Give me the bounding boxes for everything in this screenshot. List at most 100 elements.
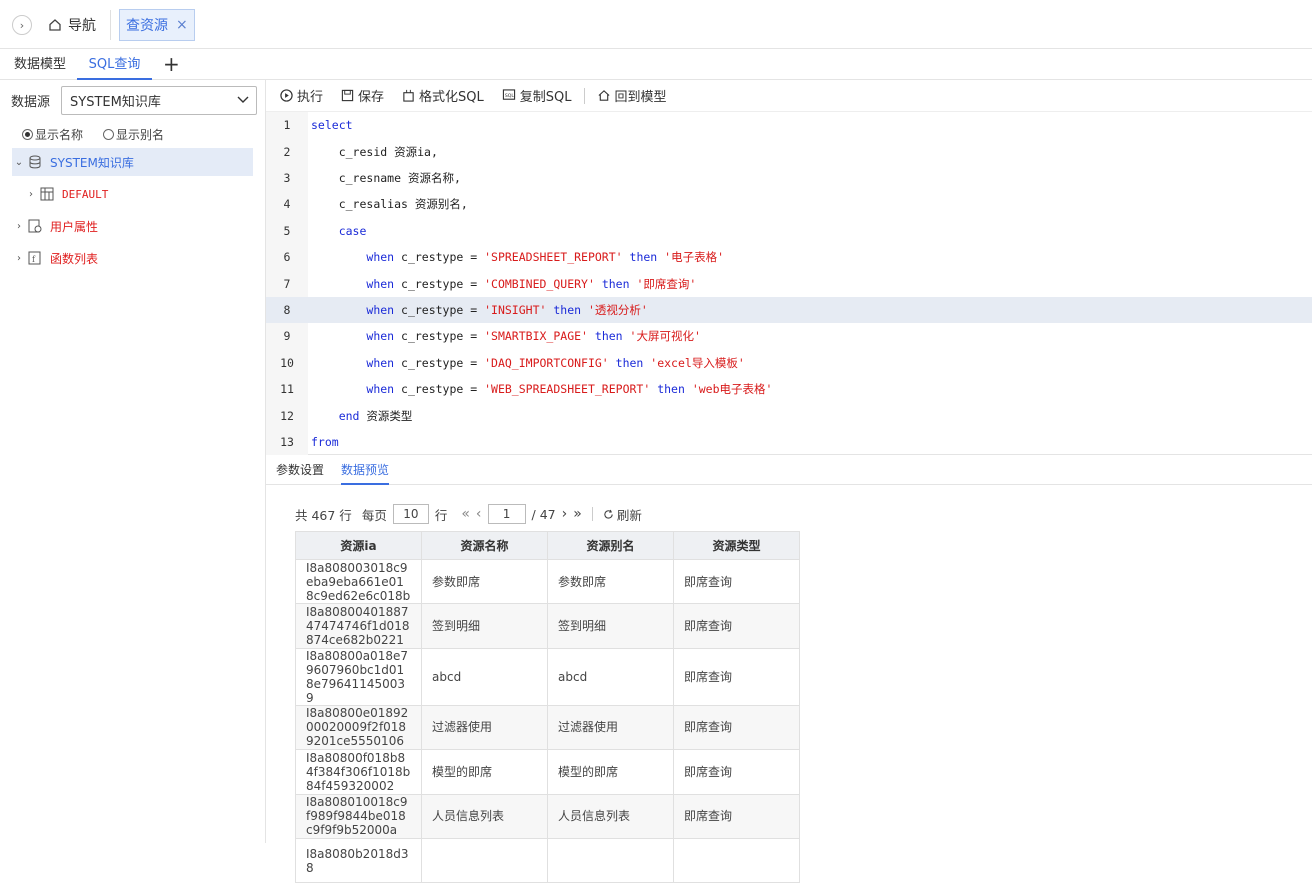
table-row[interactable]: I8a808010018c9f989f9844be018c9f9f9b52000… [295,793,800,839]
refresh-button[interactable]: 刷新 [603,505,642,524]
tree-item-system-kb[interactable]: ⌄ SYSTEM知识库 [12,148,253,176]
chevron-right-icon[interactable]: › [12,221,26,232]
tab-label: 查资源 [126,18,168,34]
code-line[interactable]: 3 c_resname 资源名称, [266,165,1312,192]
user-attribute-icon [26,219,44,233]
return-home-icon [598,90,609,101]
table-cell: abcd [421,647,548,706]
expand-sidebar-button[interactable]: › [12,15,32,35]
code-token: '大屏可视化' [629,329,701,344]
radio-show-alias[interactable]: 显示别名 [103,126,164,143]
result-table: 资源ia 资源名称 资源别名 资源类型 I8a808003018c9eba9eb… [295,531,800,883]
tree-item-user-attributes[interactable]: › 用户属性 [12,212,253,240]
back-to-model-button[interactable]: 回到模型 [597,86,667,105]
code-line[interactable]: 7 when c_restype = 'COMBINED_QUERY' then… [266,270,1312,297]
column-header[interactable]: 资源类型 [673,531,800,560]
tab-sql-query[interactable]: SQL查询 [77,49,152,80]
code-text: end 资源类型 [308,408,413,424]
page-number-input[interactable]: 1 [487,504,526,524]
column-header[interactable]: 资源别名 [547,531,674,560]
format-sql-button[interactable]: 格式化SQL [402,86,484,105]
table-row[interactable]: I8a80800e0189200020009f2f0189201ce555010… [295,704,800,751]
line-number: 2 [283,144,291,159]
line-number: 11 [280,382,294,397]
tab-query-resources[interactable]: 查资源 × [119,9,195,41]
code-token: 'SPREADSHEET_REPORT' [484,250,623,265]
code-token: c_restype = [394,355,485,370]
datasource-select[interactable]: SYSTEM知识库 [61,86,257,115]
table-cell: 人员信息列表 [421,793,548,839]
line-number: 1 [283,118,291,133]
chevron-right-icon[interactable]: › [12,253,26,264]
code-line[interactable]: 11 when c_restype = 'WEB_SPREADSHEET_REP… [266,376,1312,403]
pagination: 共 467 行 每页 10 行 « ‹ 1 / 47 › » 刷新 [295,503,642,525]
code-line[interactable]: 12 end 资源类型 [266,402,1312,429]
code-token: 'COMBINED_QUERY' [484,276,595,291]
prev-page-icon[interactable]: ‹ [476,506,482,522]
code-token: then [650,382,692,397]
sidebar: 数据源 SYSTEM知识库 显示名称 显示别名 ⌄ SYSTEM知识库 › DE… [0,80,266,843]
page-size-input[interactable]: 10 [392,504,429,524]
tab-data-model[interactable]: 数据模型 [14,49,66,80]
last-page-icon[interactable]: » [573,506,582,522]
code-text: case [308,223,367,238]
table-row[interactable]: I8a80800a018e79607960bc1d018e79641145003… [295,647,800,706]
code-line[interactable]: 8 when c_restype = 'INSIGHT' then '透视分析' [266,296,1312,324]
table-cell: I8a808003018c9eba9eba661e018c9ed62e6c018… [295,558,422,605]
first-page-icon[interactable]: « [461,506,470,522]
code-line[interactable]: 5 case [266,218,1312,245]
code-token: select [311,118,353,133]
code-line[interactable]: 6 when c_restype = 'SPREADSHEET_REPORT' … [266,244,1312,271]
function-icon: f [26,251,44,265]
chevron-down-icon[interactable]: ⌄ [12,157,26,168]
home-icon [49,19,61,31]
code-line[interactable]: 4 c_resalias 资源别名, [266,191,1312,218]
code-line[interactable]: 13 from [266,429,1312,456]
radio-show-name[interactable]: 显示名称 [22,126,83,143]
next-page-icon[interactable]: › [562,506,568,522]
code-token: then [594,276,637,291]
copy-sql-button[interactable]: SQL 复制SQL [502,86,572,105]
table-row[interactable]: I8a808003018c9eba9eba661e018c9ed62e6c018… [295,558,800,605]
code-text: c_resname 资源名称, [308,170,461,186]
table-cell: I8a808010018c9f989f9844be018c9f9f9b52000… [295,793,422,839]
code-token: '即席查询' [636,276,697,291]
code-line[interactable]: 2 c_resid 资源ia, [266,138,1312,165]
column-header[interactable]: 资源名称 [421,531,548,560]
table-cell: I8a80800a018e79607960bc1d018e79641145003… [295,647,422,706]
sql-editor[interactable]: 1 select 2 c_resid 资源ia, 3 c_resname 资源名称, 4… [266,112,1312,455]
table-row[interactable]: I8a8080040188747474746f1d018874ce682b022… [295,603,800,649]
code-token: '电子表格' [664,250,724,265]
code-token: then [587,329,630,344]
tree-item-function-list[interactable]: › f 函数列表 [12,244,253,272]
line-number: 9 [283,329,291,344]
copy-label: 复制SQL [519,90,572,105]
code-token: case [338,223,367,238]
table-row[interactable]: I8a80800f018b84f384f306f1018b84f45932000… [295,749,800,795]
chevron-right-icon[interactable]: › [24,189,38,200]
add-tab-icon[interactable]: + [163,53,180,75]
code-line[interactable]: 9 when c_restype = 'SMARTBIX_PAGE' then … [266,323,1312,350]
line-number: 12 [280,408,294,423]
table-cell: 即席查询 [673,647,800,706]
tree-item-default[interactable]: › DEFAULT [24,180,253,208]
save-button[interactable]: 保存 [341,86,384,105]
code-line[interactable]: 1 select [266,112,1312,139]
code-text: when c_restype = 'DAQ_IMPORTCONFIG' then… [308,355,744,371]
chevron-down-icon [237,96,249,103]
nav-home-link[interactable]: 导航 [48,15,96,35]
code-line[interactable]: 10 when c_restype = 'DAQ_IMPORTCONFIG' t… [266,350,1312,377]
tree-label: SYSTEM知识库 [50,155,134,170]
line-number: 4 [283,197,291,212]
tab-parameter-settings[interactable]: 参数设置 [276,456,324,485]
line-number: 8 [283,303,291,318]
table-row[interactable]: I8a8080b2018d38 [295,837,800,883]
run-button[interactable]: 执行 [280,86,323,105]
tab-data-preview[interactable]: 数据预览 [341,456,389,485]
close-tab-icon[interactable]: × [176,17,188,33]
column-header[interactable]: 资源ia [295,531,422,560]
